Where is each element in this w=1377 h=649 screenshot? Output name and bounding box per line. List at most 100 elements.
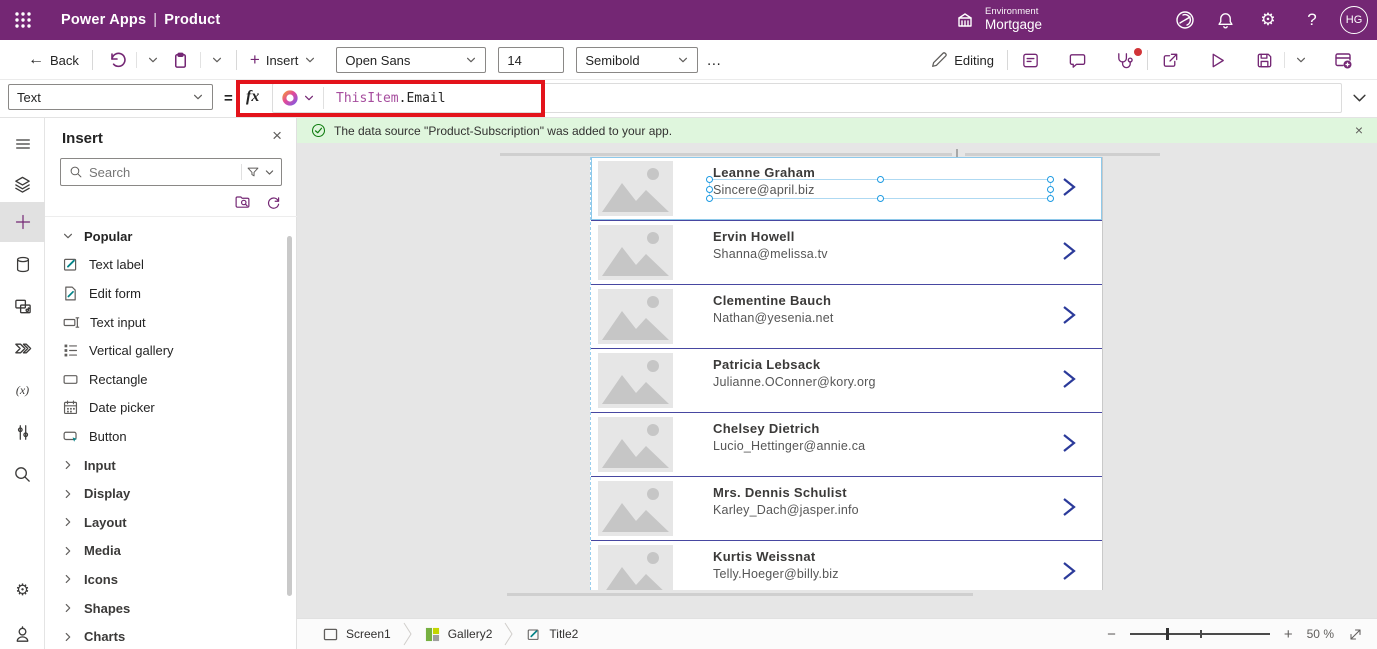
help-button[interactable]: ?: [1292, 0, 1332, 40]
selection-handle[interactable]: [1047, 186, 1054, 193]
category-charts[interactable]: Charts: [45, 622, 297, 649]
search-rail-button[interactable]: [0, 458, 45, 490]
insert-item-rectangle[interactable]: Rectangle: [45, 365, 297, 394]
browse-components-icon[interactable]: [234, 194, 251, 211]
more-commands-button[interactable]: …: [698, 52, 730, 69]
breadcrumb-gallery2[interactable]: Gallery2: [413, 619, 505, 649]
settings-button[interactable]: ⚙: [1248, 0, 1288, 40]
controls-rail-button[interactable]: [0, 416, 45, 448]
next-arrow-icon[interactable]: [1060, 239, 1078, 263]
tree-view-button[interactable]: [0, 168, 45, 200]
settings-rail-button[interactable]: ⚙: [0, 573, 45, 605]
virtual-agent-rail-button[interactable]: [0, 618, 45, 649]
gallery-row[interactable]: Patricia Lebsack Julianne.OConner@kory.o…: [591, 349, 1102, 413]
comments-button[interactable]: [1062, 51, 1093, 70]
insert-item-edit-form[interactable]: Edit form: [45, 279, 297, 308]
chevron-down-icon[interactable]: [264, 167, 275, 178]
media-rail-button[interactable]: [0, 290, 45, 322]
selection-bounding-box[interactable]: [709, 179, 1051, 199]
font-family-dropdown[interactable]: Open Sans: [336, 47, 486, 73]
copilot-formula-button[interactable]: [273, 89, 323, 107]
fit-to-window-icon[interactable]: [1348, 627, 1363, 642]
preview-button[interactable]: [1202, 51, 1233, 70]
category-layout[interactable]: Layout: [45, 508, 297, 537]
formula-text[interactable]: ThisItem.Email: [336, 91, 446, 106]
paste-button[interactable]: [165, 51, 196, 70]
notification-close-button[interactable]: ×: [1355, 122, 1363, 138]
canvas-scrollbar-segment[interactable]: [500, 153, 952, 156]
zoom-slider-handle[interactable]: [1166, 628, 1169, 640]
category-media[interactable]: Media: [45, 537, 297, 566]
app-checker-button[interactable]: [1109, 51, 1140, 70]
next-arrow-icon[interactable]: [1060, 495, 1078, 519]
save-button[interactable]: [1249, 51, 1280, 70]
panel-scrollbar[interactable]: [287, 236, 292, 596]
selection-handle[interactable]: [877, 195, 884, 202]
canvas-scrollbar-segment[interactable]: [507, 593, 973, 596]
category-input[interactable]: Input: [45, 451, 297, 480]
zoom-in-button[interactable]: +: [1284, 626, 1293, 643]
variables-rail-button[interactable]: (x): [0, 374, 45, 406]
app-settings-button[interactable]: [1015, 51, 1046, 70]
design-canvas[interactable]: Leanne Graham Sincere@april.biz Ervin Ho…: [297, 143, 1377, 618]
data-rail-button[interactable]: [0, 248, 45, 280]
popular-section-header[interactable]: Popular: [45, 222, 297, 251]
breadcrumb-screen1[interactable]: Screen1: [311, 619, 403, 649]
insert-item-vertical-gallery[interactable]: Vertical gallery: [45, 336, 297, 365]
editing-mode-button[interactable]: Editing: [924, 51, 1000, 69]
gallery-row-selected[interactable]: Leanne Graham Sincere@april.biz: [591, 157, 1102, 221]
environment-picker[interactable]: Environment Mortgage: [955, 0, 1042, 40]
next-arrow-icon[interactable]: [1060, 303, 1078, 327]
selection-handle[interactable]: [1047, 195, 1054, 202]
next-arrow-icon[interactable]: [1060, 431, 1078, 455]
vertical-gallery-control[interactable]: Leanne Graham Sincere@april.biz Ervin Ho…: [590, 157, 1103, 590]
gallery-row[interactable]: Kurtis Weissnat Telly.Hoeger@billy.biz: [591, 541, 1102, 590]
search-input[interactable]: [89, 165, 237, 180]
breadcrumb-title2[interactable]: Title2: [514, 619, 590, 649]
waffle-menu-icon[interactable]: [0, 0, 45, 40]
insert-search-box[interactable]: [60, 158, 282, 186]
selection-handle[interactable]: [706, 176, 713, 183]
category-icons[interactable]: Icons: [45, 565, 297, 594]
paste-menu-button[interactable]: [205, 54, 229, 66]
save-menu-button[interactable]: [1289, 54, 1313, 66]
next-arrow-icon[interactable]: [1060, 367, 1078, 391]
collapse-menu-button[interactable]: [0, 128, 45, 160]
gallery-row[interactable]: Clementine Bauch Nathan@yesenia.net: [591, 285, 1102, 349]
property-selector[interactable]: Text: [8, 84, 213, 110]
insert-item-text-input[interactable]: Text input: [45, 308, 297, 337]
insert-menu-button[interactable]: + Insert: [244, 50, 322, 70]
selection-handle[interactable]: [1047, 176, 1054, 183]
refresh-icon[interactable]: [265, 194, 282, 211]
gallery-row[interactable]: Chelsey Dietrich Lucio_Hettinger@annie.c…: [591, 413, 1102, 477]
next-arrow-icon[interactable]: [1060, 175, 1078, 199]
selection-handle[interactable]: [706, 186, 713, 193]
category-display[interactable]: Display: [45, 479, 297, 508]
selection-handle[interactable]: [877, 176, 884, 183]
selection-handle[interactable]: [706, 195, 713, 202]
notifications-button[interactable]: [1205, 0, 1245, 40]
category-shapes[interactable]: Shapes: [45, 594, 297, 623]
close-panel-button[interactable]: ×: [272, 126, 282, 146]
formula-expand-button[interactable]: [1352, 90, 1367, 105]
copilot-header-button[interactable]: [1165, 0, 1205, 40]
undo-button[interactable]: [100, 50, 132, 70]
next-arrow-icon[interactable]: [1060, 559, 1078, 583]
gallery-row[interactable]: Ervin Howell Shanna@melissa.tv: [591, 221, 1102, 285]
gallery-row[interactable]: Mrs. Dennis Schulist Karley_Dach@jasper.…: [591, 477, 1102, 541]
formula-input[interactable]: ThisItem.Email: [272, 83, 1342, 113]
share-button[interactable]: [1155, 51, 1186, 70]
insert-rail-button[interactable]: [0, 202, 45, 242]
zoom-slider[interactable]: [1130, 633, 1270, 635]
back-button[interactable]: ← Back: [22, 51, 85, 69]
insert-item-button[interactable]: Button: [45, 422, 297, 451]
insert-item-date-picker[interactable]: Date picker: [45, 394, 297, 423]
insert-item-text-label[interactable]: Text label: [45, 251, 297, 280]
canvas-scrollbar-segment[interactable]: [965, 153, 1160, 156]
publish-button[interactable]: [1327, 50, 1359, 70]
zoom-out-button[interactable]: −: [1107, 626, 1116, 643]
font-weight-dropdown[interactable]: Semibold: [576, 47, 698, 73]
undo-menu-button[interactable]: [141, 54, 165, 66]
filter-icon[interactable]: [246, 165, 260, 179]
avatar[interactable]: HG: [1340, 6, 1368, 34]
